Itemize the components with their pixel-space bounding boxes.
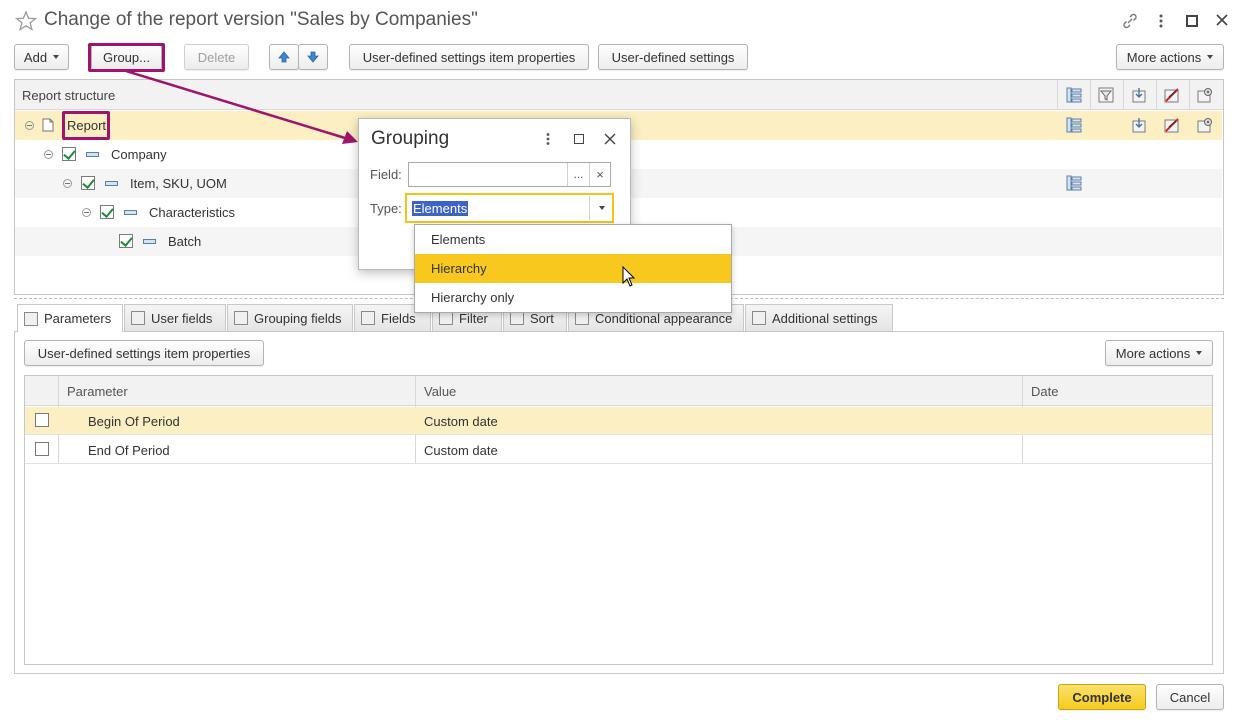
field-label: Field: [370, 167, 402, 182]
option-label: Hierarchy [431, 261, 487, 276]
option-label: Elements [431, 232, 486, 247]
dialog-title: Grouping [371, 128, 450, 149]
dropdown-option-elements[interactable]: Elements [415, 225, 731, 254]
mouse-cursor-icon [622, 266, 636, 287]
option-label: Hierarchy only [431, 290, 515, 305]
type-label: Type: [370, 201, 402, 216]
type-select[interactable]: Elements [405, 193, 614, 223]
dialog-close-icon[interactable] [604, 133, 616, 145]
dialog-maximize-icon[interactable] [574, 134, 584, 144]
chevron-down-icon [599, 206, 605, 210]
clear-button-label: × [596, 167, 604, 182]
annotation-arrow [125, 69, 358, 144]
dropdown-option-hierarchy-only[interactable]: Hierarchy only [415, 283, 731, 312]
type-select-dropdown-button[interactable] [589, 196, 612, 220]
dialog-menu-icon[interactable] [545, 132, 551, 146]
field-select-button[interactable]: ... [567, 163, 589, 186]
field-clear-button[interactable]: × [589, 163, 610, 186]
dropdown-option-hierarchy[interactable]: Hierarchy [415, 254, 731, 283]
type-select-value: Elements [412, 201, 469, 216]
select-button-label: ... [573, 167, 584, 181]
